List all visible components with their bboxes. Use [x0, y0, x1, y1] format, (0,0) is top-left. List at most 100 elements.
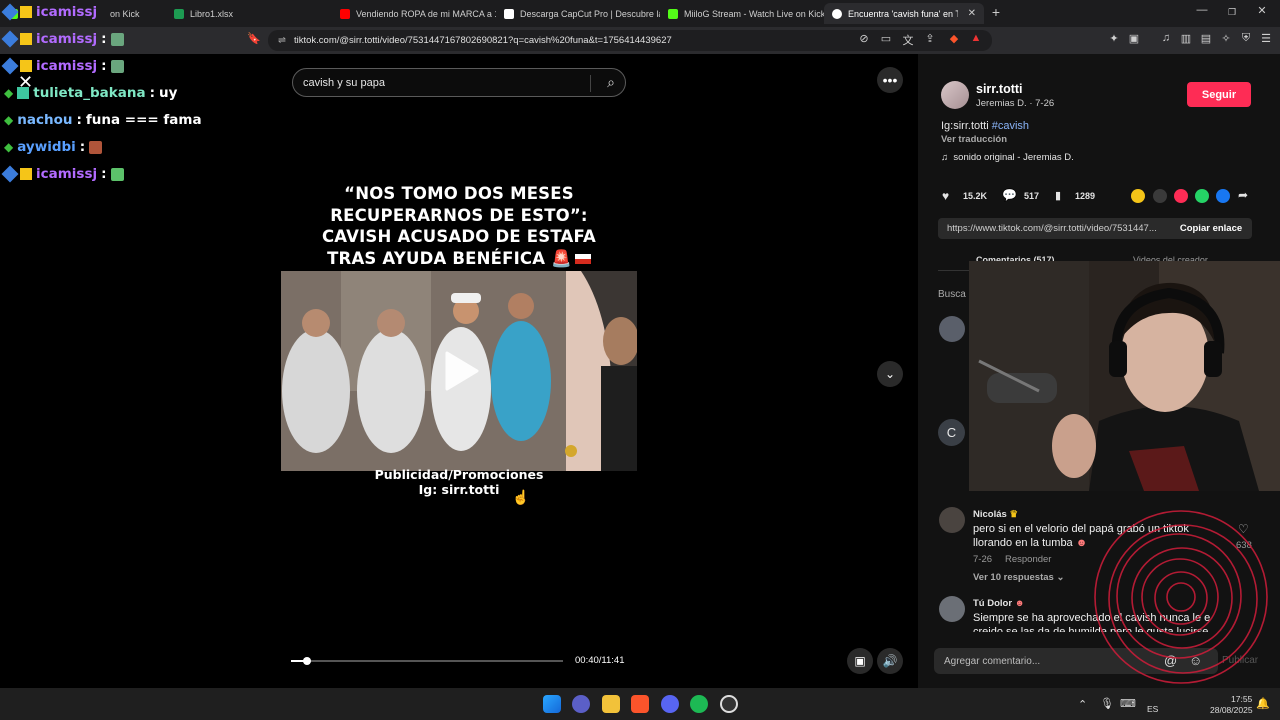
music-icon[interactable]: ♫ — [1158, 32, 1174, 44]
clock-date[interactable]: 28/08/2025 — [1210, 705, 1253, 715]
facebook-icon[interactable] — [1216, 189, 1230, 203]
close-tab-icon[interactable]: ✕ — [968, 8, 976, 19]
close-window-button[interactable]: ✕ — [1252, 4, 1272, 17]
follow-button[interactable]: Seguir — [1187, 82, 1251, 107]
coin-icon[interactable] — [1131, 189, 1145, 203]
chat-username[interactable]: aywidbi — [17, 139, 76, 155]
hashtag-link[interactable]: #cavish — [992, 120, 1029, 132]
tab-youtube[interactable]: Vendiendo ROPA de mi MARCA a 10 — [332, 3, 496, 24]
chat-text: funa === fama — [85, 112, 202, 128]
tab-excel[interactable]: Libro1.xlsx — [166, 3, 332, 24]
copy-link-button[interactable]: Copiar enlace — [1170, 218, 1252, 239]
progress-handle[interactable] — [302, 657, 311, 665]
translate-link[interactable]: Ver traducción — [941, 134, 1007, 145]
tab-tiktok[interactable]: Encuentra 'cavish funa' en TikTok ✕ — [824, 3, 984, 24]
chat-message: ◆ tulieta_bakana: uy — [4, 85, 178, 101]
spotify-icon[interactable] — [690, 695, 708, 713]
keyboard-icon[interactable]: ⌨ — [1120, 697, 1136, 710]
clock-time[interactable]: 17:55 — [1231, 694, 1252, 704]
send-icon[interactable] — [1174, 189, 1188, 203]
whatsapp-icon[interactable] — [1195, 189, 1209, 203]
media-blocked-icon[interactable]: ⊘ — [856, 32, 872, 45]
obs-icon[interactable] — [720, 695, 738, 713]
like-icon[interactable]: ♥ — [942, 189, 949, 203]
emoji-icon: ☻ — [1014, 598, 1025, 609]
comment-icon[interactable]: 💬 — [1002, 188, 1017, 202]
minimize-button[interactable]: — — [1192, 4, 1212, 16]
chevron-down-icon: ⌄ — [1056, 572, 1065, 583]
chat-username[interactable]: tulieta_bakana — [33, 85, 145, 101]
sound-row[interactable]: ♫ sonido original - Jeremias D. — [941, 152, 1074, 163]
chat-username[interactable]: nachou — [17, 112, 72, 128]
tab-label: Vendiendo ROPA de mi MARCA a 10 — [356, 8, 496, 19]
menu-icon[interactable]: ☰ — [1258, 32, 1274, 45]
language-indicator[interactable]: ES — [1147, 704, 1158, 714]
more-options-icon[interactable]: ••• — [877, 67, 903, 93]
sidebar-icon[interactable]: ▥ — [1178, 32, 1194, 45]
view-replies-link[interactable]: Ver 10 respuestas ⌄ — [973, 572, 1064, 583]
play-icon[interactable] — [443, 351, 479, 391]
screenshot-icon[interactable]: ▣ — [1126, 32, 1142, 45]
brave-browser-icon[interactable] — [631, 695, 649, 713]
wallet-icon[interactable]: ▤ — [1198, 32, 1214, 45]
site-settings-icon[interactable]: ⇌ — [278, 35, 286, 46]
tab-capcut[interactable]: Descarga CapCut Pro | Descubre las — [496, 3, 660, 24]
tab-kick-2[interactable]: MiiloG Stream - Watch Live on Kick — [660, 3, 824, 24]
vpn-icon[interactable]: ⛨ — [1238, 32, 1254, 45]
chat-username[interactable]: icamissj — [36, 31, 97, 47]
microphone-icon[interactable]: 🎙 — [1100, 697, 1114, 710]
comment-username[interactable]: Tú Dolor ☻ — [973, 598, 1025, 609]
windows-start-icon[interactable] — [543, 695, 561, 713]
brave-shields-icon[interactable]: ◆ — [946, 32, 962, 45]
cast-icon[interactable]: ▭ — [878, 32, 894, 45]
brave-rewards-icon[interactable]: ▲ — [968, 32, 984, 44]
tray-chevron-icon[interactable]: ⌃ — [1078, 698, 1087, 711]
chat-username[interactable]: icamissj — [36, 58, 97, 74]
share-arrow-icon[interactable]: ➦ — [1238, 188, 1248, 202]
hand-cursor-icon: ☝ — [512, 489, 530, 505]
chat-username[interactable]: icamissj — [36, 166, 97, 182]
progress-bar[interactable] — [291, 657, 563, 665]
search-input[interactable]: cavish y su papa ⌕ — [292, 68, 626, 97]
post-username[interactable]: sirr.totti — [976, 82, 1023, 96]
comment-text-2: llorando en la tumba — [973, 537, 1073, 549]
leo-icon[interactable]: ✧ — [1218, 32, 1234, 45]
file-explorer-icon[interactable] — [602, 695, 620, 713]
like-count: 15.2K — [963, 191, 988, 201]
teams-icon[interactable] — [572, 695, 590, 713]
commenter-avatar[interactable] — [939, 316, 965, 342]
comment-username[interactable]: Nicolás ♛ — [973, 509, 1018, 520]
chat-message: icamissj — [1, 3, 97, 21]
chat-username[interactable]: icamissj — [36, 4, 97, 20]
avatar[interactable] — [941, 81, 969, 109]
commenter-avatar[interactable]: C — [938, 419, 965, 446]
address-bar-row: 🔖 ⇌ tiktok.com/@sirr.totti/video/7531447… — [0, 27, 1280, 54]
discord-icon[interactable] — [661, 695, 679, 713]
crown-badge-icon — [20, 60, 32, 72]
notification-bell-icon[interactable]: 🔔 — [1256, 697, 1270, 710]
headline-line: “NOS TOMO DOS MESES — [344, 184, 574, 203]
maximize-button[interactable]: ❐ — [1222, 7, 1242, 18]
translate-icon[interactable]: 文 — [900, 32, 916, 48]
commenter-avatar[interactable] — [939, 507, 965, 533]
volume-icon[interactable]: 🔊 — [877, 648, 903, 674]
cube-badge-icon — [1, 3, 19, 21]
extensions-icon[interactable]: ✦ — [1106, 32, 1122, 45]
bookmark-icon[interactable]: 🔖 — [246, 32, 262, 45]
tab-label: on Kick — [110, 8, 140, 19]
tab-label: Descarga CapCut Pro | Descubre las — [520, 8, 660, 19]
chevron-down-icon[interactable]: ⌄ — [877, 361, 903, 387]
commenter-avatar[interactable] — [939, 596, 965, 622]
save-icon[interactable]: ▮ — [1055, 189, 1061, 202]
comment-username-text: Nicolás — [973, 509, 1007, 520]
new-tab-button[interactable]: + — [986, 4, 1006, 20]
search-comments-label: Busca — [938, 289, 966, 300]
pip-icon[interactable]: ▣ — [847, 648, 873, 674]
headline-line: CAVISH ACUSADO DE ESTAFA — [321, 227, 597, 246]
embed-icon[interactable] — [1153, 189, 1167, 203]
search-icon[interactable]: ⌕ — [607, 74, 615, 91]
kick-icon — [668, 8, 678, 19]
reply-button[interactable]: Responder — [1005, 554, 1051, 565]
share-icon[interactable]: ⇪ — [922, 32, 938, 45]
cube-badge-icon — [1, 30, 19, 48]
